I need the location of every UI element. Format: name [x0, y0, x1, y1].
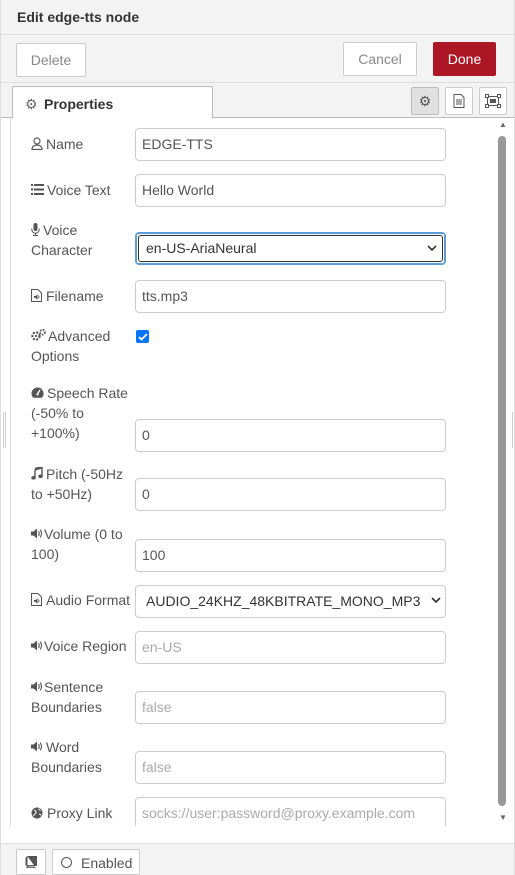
speech-rate-label-line3: +100%) — [31, 425, 80, 441]
tabs-bar: ⚙ Properties ⚙ — [1, 83, 514, 119]
volume-icon — [31, 640, 43, 651]
word-boundaries-input[interactable]: false — [135, 751, 446, 784]
pitch-label-line2: to +50Hz) — [31, 486, 93, 502]
tab-properties[interactable]: ⚙ Properties — [12, 86, 213, 119]
sentence-boundaries-input[interactable]: false — [135, 691, 446, 724]
scroll-down-arrow-icon[interactable]: ▼ — [499, 813, 507, 822]
name-input[interactable]: EDGE-TTS — [135, 128, 446, 161]
filename-input[interactable]: tts.mp3 — [135, 280, 446, 313]
volume-icon — [31, 741, 43, 752]
volume-input[interactable]: 100 — [135, 539, 446, 572]
voice-character-label-line2: Character — [31, 242, 93, 258]
tachometer-icon — [31, 387, 44, 398]
voice-character-value: en-US-AriaNeural — [146, 240, 257, 256]
checkmark-icon — [137, 332, 148, 341]
voice-region-input[interactable]: en-US — [135, 631, 446, 664]
word-boundaries-label-line1: Word — [46, 739, 80, 755]
voice-text-label: Voice Text — [31, 180, 141, 200]
file-text-icon — [453, 94, 465, 108]
help-button[interactable] — [16, 849, 46, 875]
file-audio-icon — [31, 593, 42, 606]
enabled-toggle[interactable]: Enabled — [52, 849, 140, 875]
object-group-icon — [485, 94, 501, 108]
circle-icon — [61, 857, 72, 868]
music-icon — [31, 465, 43, 480]
proxy-link-label-text: Proxy Link — [47, 805, 113, 821]
cancel-button[interactable]: Cancel — [343, 42, 417, 76]
microphone-icon — [31, 223, 40, 236]
volume-icon — [31, 528, 43, 539]
done-button[interactable]: Done — [433, 42, 496, 76]
voice-text-label-text: Voice Text — [47, 182, 111, 198]
tray-toolbar: Delete Cancel Done — [1, 35, 514, 83]
tray-footer: Enabled — [1, 843, 514, 875]
description-tab-button[interactable] — [445, 87, 473, 115]
filename-label: Filename — [31, 286, 141, 306]
voice-character-label-line1: Voice — [43, 222, 78, 238]
speech-rate-label-line2: (-50% to — [31, 405, 84, 421]
properties-form: Name EDGE-TTS Voice Text Hello World Voi… — [10, 118, 510, 826]
voice-region-label: Voice Region — [31, 636, 151, 656]
gear-icon: ⚙ — [25, 96, 38, 112]
cogs-icon — [31, 328, 46, 341]
audio-format-value: AUDIO_24KHZ_48KBITRATE_MONO_MP3 — [146, 593, 421, 609]
volume-label-line2: 100) — [31, 546, 60, 562]
proxy-link-input[interactable]: socks://user:password@proxy.example.com — [135, 797, 446, 826]
advanced-options-label-line2: Options — [31, 348, 80, 364]
speech-rate-label: Speech Rate (-50% to +100%) — [31, 383, 141, 443]
tray-resize-handle[interactable] — [3, 412, 6, 448]
voice-character-label: Voice Character — [31, 220, 141, 260]
volume-label: Volume (0 to 100) — [31, 524, 141, 564]
name-label: Name — [31, 134, 141, 154]
pitch-input[interactable]: 0 — [135, 478, 446, 511]
delete-button[interactable]: Delete — [16, 43, 86, 77]
voice-text-input[interactable]: Hello World — [135, 174, 446, 207]
advanced-options-checkbox[interactable] — [136, 330, 149, 343]
list-icon — [31, 184, 44, 195]
word-boundaries-label-line2: Boundaries — [31, 759, 102, 775]
edit-node-tray: Edit edge-tts node Delete Cancel Done ⚙ … — [0, 0, 515, 875]
word-boundaries-label: Word Boundaries — [31, 737, 141, 777]
voice-region-label-text: Voice Region — [44, 638, 127, 654]
globe-icon — [31, 807, 43, 819]
advanced-options-label-line1: Advanced — [48, 328, 111, 344]
tab-properties-label: Properties — [44, 96, 114, 112]
chevron-down-icon — [427, 245, 437, 252]
scroll-up-arrow-icon[interactable]: ▲ — [499, 120, 507, 129]
audio-format-label-text: Audio Format — [46, 592, 131, 608]
enabled-label: Enabled — [81, 855, 133, 871]
proxy-link-label: Proxy Link — [31, 803, 141, 823]
name-label-text: Name — [46, 136, 84, 152]
scroll-thumb[interactable] — [498, 136, 506, 806]
chevron-down-icon — [431, 597, 441, 604]
advanced-options-label: Advanced Options — [31, 326, 141, 366]
filename-label-text: Filename — [46, 288, 104, 304]
voice-character-select-frame: en-US-AriaNeural — [135, 232, 446, 265]
audio-format-select[interactable]: AUDIO_24KHZ_48KBITRATE_MONO_MP3 — [135, 585, 446, 618]
tray-header: Edit edge-tts node — [1, 0, 514, 35]
sentence-boundaries-label-line1: Sentence — [44, 679, 104, 695]
speech-rate-input[interactable]: 0 — [135, 419, 446, 452]
volume-label-line1: Volume (0 to — [44, 526, 123, 542]
audio-format-label: Audio Format — [31, 590, 151, 610]
speech-rate-label-line1: Speech Rate — [47, 385, 128, 401]
user-icon — [31, 137, 43, 151]
voice-character-select[interactable]: en-US-AriaNeural — [138, 235, 443, 262]
tray-title: Edit edge-tts node — [17, 9, 140, 25]
pitch-label-line1: Pitch (-50Hz — [46, 466, 124, 482]
book-icon — [25, 856, 37, 868]
appearance-tab-button[interactable] — [479, 87, 507, 115]
gear-icon: ⚙ — [418, 92, 432, 109]
pitch-label: Pitch (-50Hz to +50Hz) — [31, 464, 141, 504]
sentence-boundaries-label: Sentence Boundaries — [31, 677, 141, 717]
form-scrollbar[interactable]: ▲ ▼ — [496, 120, 510, 825]
volume-icon — [31, 681, 43, 692]
settings-tab-button[interactable]: ⚙ — [411, 87, 439, 115]
file-audio-icon — [31, 289, 42, 302]
sentence-boundaries-label-line2: Boundaries — [31, 699, 102, 715]
